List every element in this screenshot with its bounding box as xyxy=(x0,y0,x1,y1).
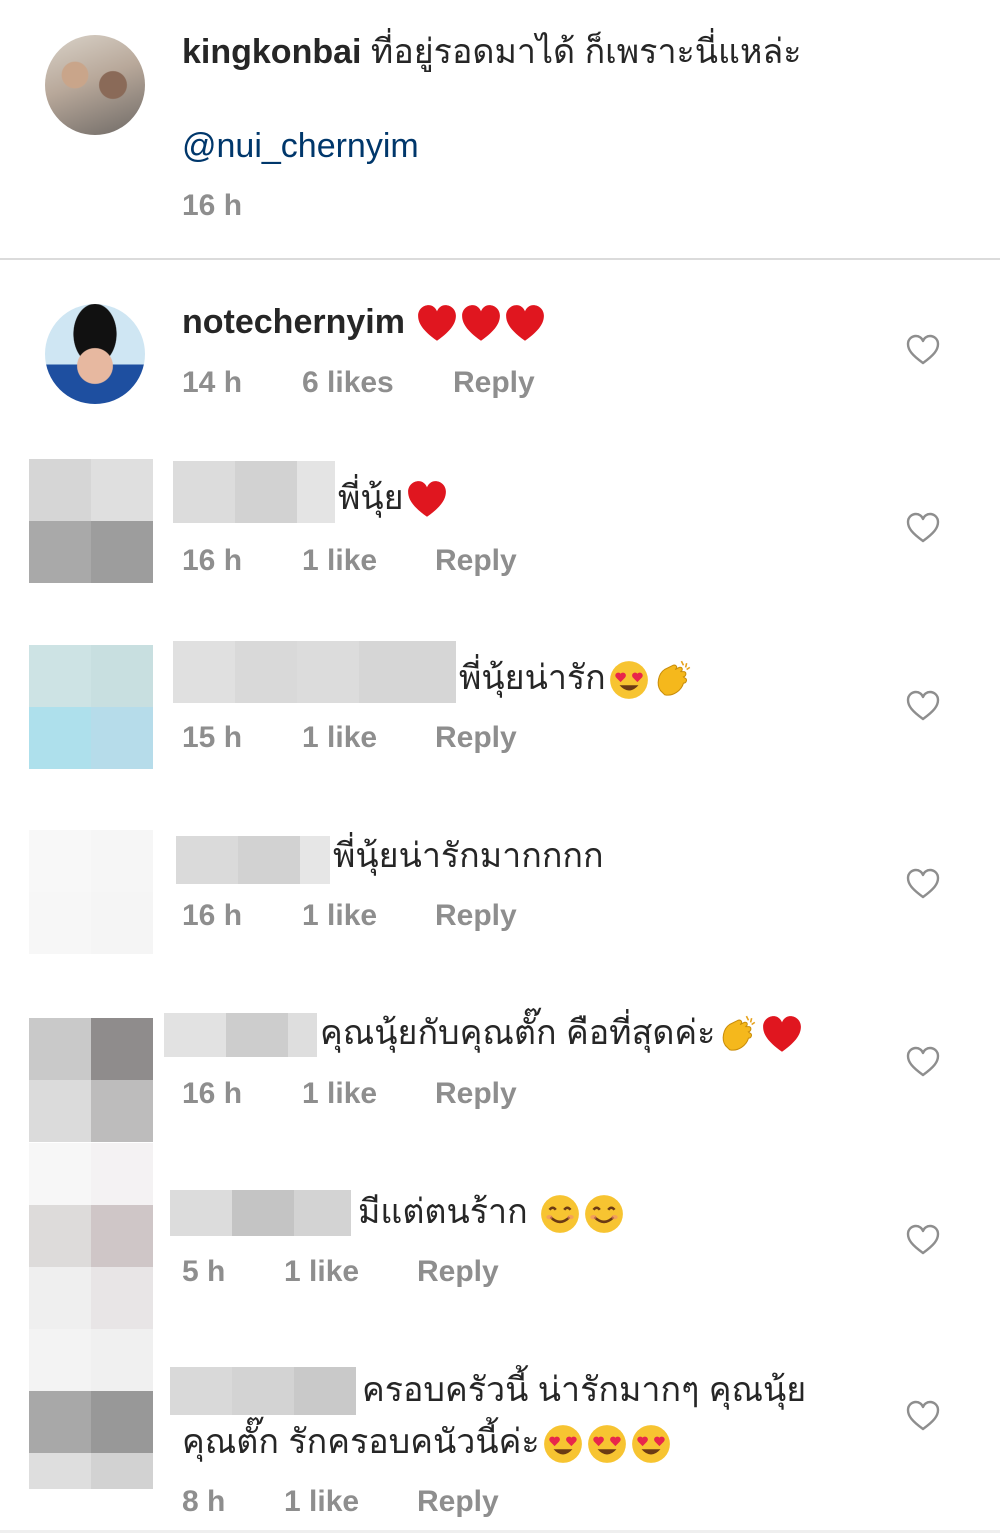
caption-mention-link[interactable]: @nui_chernyim xyxy=(182,126,419,166)
like-heart-icon[interactable] xyxy=(906,1400,940,1432)
comment-likes-count[interactable]: 1 like xyxy=(302,543,377,579)
comment-username[interactable]: notechernyim xyxy=(182,303,405,341)
blurred-avatar[interactable] xyxy=(29,1329,154,1489)
clapping-hands-icon xyxy=(652,659,694,701)
blurred-username xyxy=(173,641,456,703)
reply-button[interactable]: Reply xyxy=(417,1484,499,1520)
blurred-avatar[interactable] xyxy=(29,459,154,583)
comment-text: ครอบครัวนี้ น่ารักมากๆ คุณนุ้ย xyxy=(362,1371,807,1409)
comment-text: พี่นุ้ย xyxy=(338,478,448,521)
comment-text: พี่นุ้ยน่ารักมากกกก xyxy=(333,837,604,875)
caption-text: ที่อยู่รอดมาได้ ก็เพราะนี่แหล่ะ xyxy=(370,33,802,71)
comment-likes-count[interactable]: 1 like xyxy=(284,1484,359,1520)
comment-timestamp: 8 h xyxy=(182,1485,226,1518)
heart-eyes-icon xyxy=(542,1423,584,1465)
caption-username[interactable]: kingkonbai xyxy=(182,33,361,71)
caption-author-avatar[interactable] xyxy=(45,35,145,135)
comment-timestamp: 14 h xyxy=(182,366,243,399)
like-heart-icon[interactable] xyxy=(906,334,940,366)
blurred-avatar[interactable] xyxy=(29,830,154,954)
post-caption: kingkonbai ที่อยู่รอดมาได้ ก็เพราะนี่แหล… xyxy=(0,0,1000,258)
caption-divider xyxy=(0,258,1000,260)
comment-likes-count[interactable]: 1 like xyxy=(284,1254,359,1290)
comment-timestamp: 16 h xyxy=(182,544,243,577)
red-heart-icon xyxy=(761,1014,803,1056)
reply-button[interactable]: Reply xyxy=(453,365,535,401)
reply-button[interactable]: Reply xyxy=(435,1076,517,1112)
like-heart-icon[interactable] xyxy=(906,868,940,900)
like-heart-icon[interactable] xyxy=(906,690,940,722)
smiling-face-icon xyxy=(539,1193,581,1235)
heart-eyes-icon xyxy=(630,1423,672,1465)
reply-button[interactable]: Reply xyxy=(435,898,517,934)
like-heart-icon[interactable] xyxy=(906,512,940,544)
comment-body: มีแต่ตนร้าก xyxy=(358,1193,538,1231)
comment-likes-count[interactable]: 1 like xyxy=(302,1076,377,1112)
like-heart-icon[interactable] xyxy=(906,1046,940,1078)
blurred-avatar[interactable] xyxy=(29,645,154,769)
comment-likes-count[interactable]: 1 like xyxy=(302,720,377,756)
blurred-avatar[interactable] xyxy=(29,1018,154,1142)
smiling-face-icon xyxy=(583,1193,625,1235)
reply-button[interactable]: Reply xyxy=(435,720,517,756)
caption-text-line: kingkonbai ที่อยู่รอดมาได้ ก็เพราะนี่แหล… xyxy=(182,32,801,72)
comment-likes-count[interactable]: 1 like xyxy=(302,898,377,934)
comment-body: พี่นุ้ย xyxy=(338,479,404,517)
comment-text: คุณนุ้ยกับคุณตั๊ก คือที่สุดค่ะ xyxy=(320,1013,803,1056)
comment-timestamp: 16 h xyxy=(182,899,243,932)
comment-body: คุณนุ้ยกับคุณตั๊ก คือที่สุดค่ะ xyxy=(320,1014,716,1052)
comment-timestamp: 15 h xyxy=(182,721,243,754)
reply-button[interactable]: Reply xyxy=(435,543,517,579)
comment-avatar[interactable] xyxy=(45,304,145,404)
caption-timestamp: 16 h xyxy=(182,189,243,222)
heart-eyes-icon xyxy=(586,1423,628,1465)
red-heart-icon xyxy=(460,303,502,345)
comment-timestamp: 16 h xyxy=(182,1077,243,1110)
comment-body: คุณตั๊ก รักครอบคนัวนี้ค่ะ xyxy=(182,1423,540,1461)
comment-likes-count[interactable]: 6 likes xyxy=(302,365,394,401)
clapping-hands-icon xyxy=(717,1014,759,1056)
reply-button[interactable]: Reply xyxy=(417,1254,499,1290)
blurred-username xyxy=(173,461,335,523)
blurred-username xyxy=(170,1190,351,1236)
comment-text: พี่นุ้ยน่ารัก xyxy=(459,658,694,701)
blurred-username xyxy=(176,836,330,884)
comment-text-continued: คุณตั๊ก รักครอบคนัวนี้ค่ะ xyxy=(182,1422,672,1465)
comment-text: มีแต่ตนร้าก xyxy=(358,1192,625,1235)
red-heart-icon xyxy=(504,303,546,345)
blurred-avatar[interactable] xyxy=(29,1143,154,1329)
red-heart-icon xyxy=(406,479,448,521)
blurred-username xyxy=(170,1367,356,1415)
comment-timestamp: 5 h xyxy=(182,1255,226,1288)
red-heart-icon xyxy=(416,303,458,345)
heart-eyes-icon xyxy=(608,659,650,701)
blurred-username xyxy=(164,1013,317,1057)
comment-body: พี่นุ้ยน่ารัก xyxy=(459,659,606,697)
like-heart-icon[interactable] xyxy=(906,1224,940,1256)
comment-text: notechernyim xyxy=(182,302,546,345)
